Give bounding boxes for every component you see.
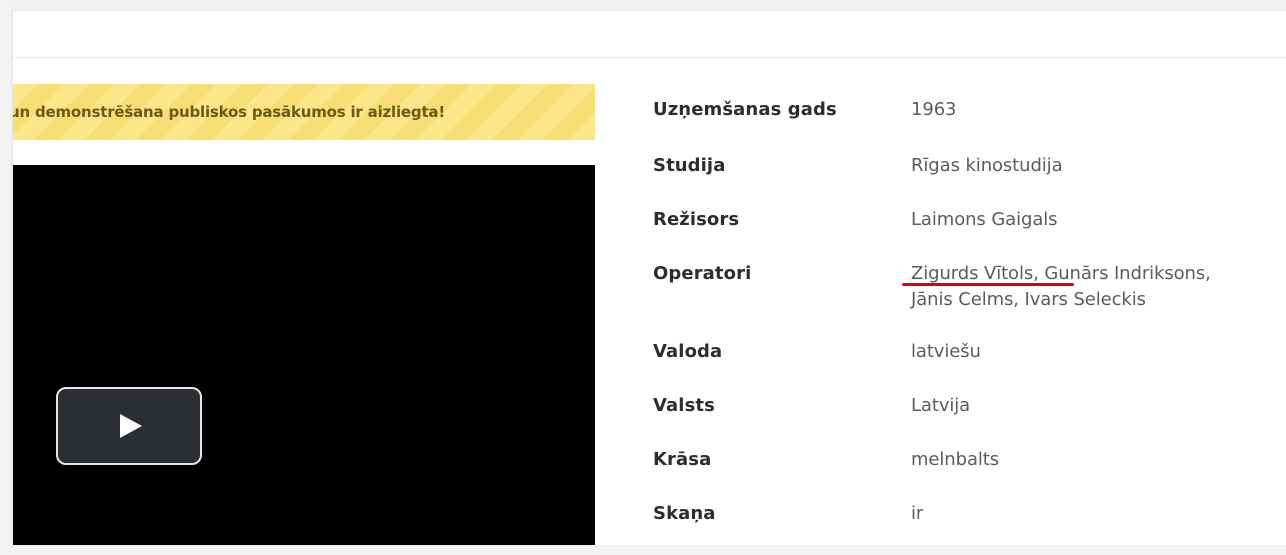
warning-banner: un demonstrēšana publiskos pasākumos ir … (13, 84, 595, 140)
play-button[interactable] (56, 387, 202, 465)
detail-value-country: Latvija (911, 395, 971, 416)
detail-row-operators: Operatori Zigurds Vītols, Gunārs Indriks… (653, 261, 1286, 339)
detail-row-director: Režisors Laimons Gaigals (653, 207, 1286, 261)
red-underline-annotation (902, 283, 1074, 286)
video-player[interactable] (13, 165, 595, 545)
detail-label-operators: Operatori (653, 263, 752, 284)
play-icon (120, 414, 142, 438)
detail-value-year: 1963 (911, 99, 957, 120)
detail-label-country: Valsts (653, 395, 715, 416)
detail-row-color: Krāsa melnbalts (653, 447, 1286, 501)
detail-row-country: Valsts Latvija (653, 393, 1286, 447)
warning-text: un demonstrēšana publiskos pasākumos ir … (13, 103, 445, 121)
page-shell: un demonstrēšana publiskos pasākumos ir … (0, 0, 1286, 545)
operators-line-2[interactable]: Jānis Celms, Ivars Seleckis (911, 287, 1286, 313)
detail-value-director: Laimons Gaigals (911, 209, 1058, 230)
detail-value-studio: Rīgas kinostudija (911, 155, 1063, 176)
card-header (13, 11, 1286, 58)
detail-row-sound: Skaņa ir (653, 501, 1286, 555)
film-details: Uzņemšanas gads 1963 Studija Rīgas kinos… (653, 97, 1286, 555)
detail-row-language: Valoda latviešu (653, 339, 1286, 393)
detail-value-language: latviešu (911, 341, 981, 362)
detail-row-studio: Studija Rīgas kinostudija (653, 153, 1286, 207)
detail-label-director: Režisors (653, 209, 740, 230)
detail-label-studio: Studija (653, 155, 726, 176)
detail-value-operators: Zigurds Vītols, Gunārs Indriksons, Jānis… (911, 261, 1286, 313)
detail-label-color: Krāsa (653, 449, 712, 470)
detail-label-sound: Skaņa (653, 503, 716, 524)
detail-value-sound: ir (911, 503, 924, 524)
detail-label-year: Uzņemšanas gads (653, 99, 837, 120)
detail-row-year: Uzņemšanas gads 1963 (653, 97, 1286, 153)
detail-label-language: Valoda (653, 341, 723, 362)
detail-value-color: melnbalts (911, 449, 1000, 470)
content-card: un demonstrēšana publiskos pasākumos ir … (12, 10, 1286, 545)
